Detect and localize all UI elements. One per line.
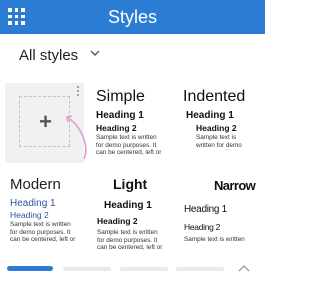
sample-body-text: Sample text is written for demo purposes… <box>196 134 242 150</box>
sample-heading-2: Heading 2 <box>184 222 221 232</box>
sample-heading-2: Heading 2 <box>10 210 49 220</box>
style-filter-dropdown[interactable]: All styles <box>19 47 78 64</box>
sample-body-text: Sample text is written for <box>184 236 245 244</box>
sample-heading-1: Heading 1 <box>96 110 144 121</box>
sample-heading-1: Heading 1 <box>184 204 227 215</box>
sample-heading-1: Heading 1 <box>186 110 234 121</box>
style-tile-simple[interactable]: Simple Heading 1 Heading 2 Sample text i… <box>96 88 182 168</box>
app-header: Styles <box>0 0 265 34</box>
sample-body-text: Sample text is written for demo purposes… <box>97 229 163 252</box>
sample-heading-2: Heading 2 <box>97 216 138 226</box>
chevron-down-icon[interactable] <box>90 49 100 57</box>
style-tile-indented[interactable]: Indented Heading 1 Heading 2 Sample text… <box>183 88 265 168</box>
page-title: Styles <box>107 7 158 27</box>
sample-body-text: Sample text is written for demo purposes… <box>96 134 162 157</box>
more-vertical-icon[interactable] <box>77 86 80 98</box>
curved-arrow-icon <box>66 115 87 160</box>
page-indicator[interactable] <box>120 267 168 271</box>
sample-heading-1: Heading 1 <box>10 198 56 209</box>
style-name: Modern <box>10 176 61 193</box>
page-indicator-active[interactable] <box>7 266 53 271</box>
style-name: Light <box>113 176 148 192</box>
sample-body-text: Sample text is written for demo purposes… <box>10 221 76 244</box>
page-indicator[interactable] <box>63 267 111 271</box>
style-name: Simple <box>96 88 145 105</box>
sample-heading-2: Heading 2 <box>196 123 237 133</box>
style-tile-modern[interactable]: Modern Heading 1 Heading 2 Sample text i… <box>10 176 92 256</box>
page-indicator[interactable] <box>176 267 224 271</box>
style-name: Indented <box>183 88 246 105</box>
sample-heading-1: Heading 1 <box>104 200 152 211</box>
styles-panel: Styles All styles + Simple Heading 1 Hea… <box>0 0 265 287</box>
sample-heading-2: Heading 2 <box>96 123 137 133</box>
style-tile-narrow[interactable]: Narrow Heading 1 Heading 2 Sample text i… <box>184 176 264 256</box>
style-name: Narrow <box>214 178 256 193</box>
chevron-up-icon[interactable] <box>237 264 251 273</box>
style-tile-light[interactable]: Light Heading 1 Heading 2 Sample text is… <box>97 176 181 256</box>
